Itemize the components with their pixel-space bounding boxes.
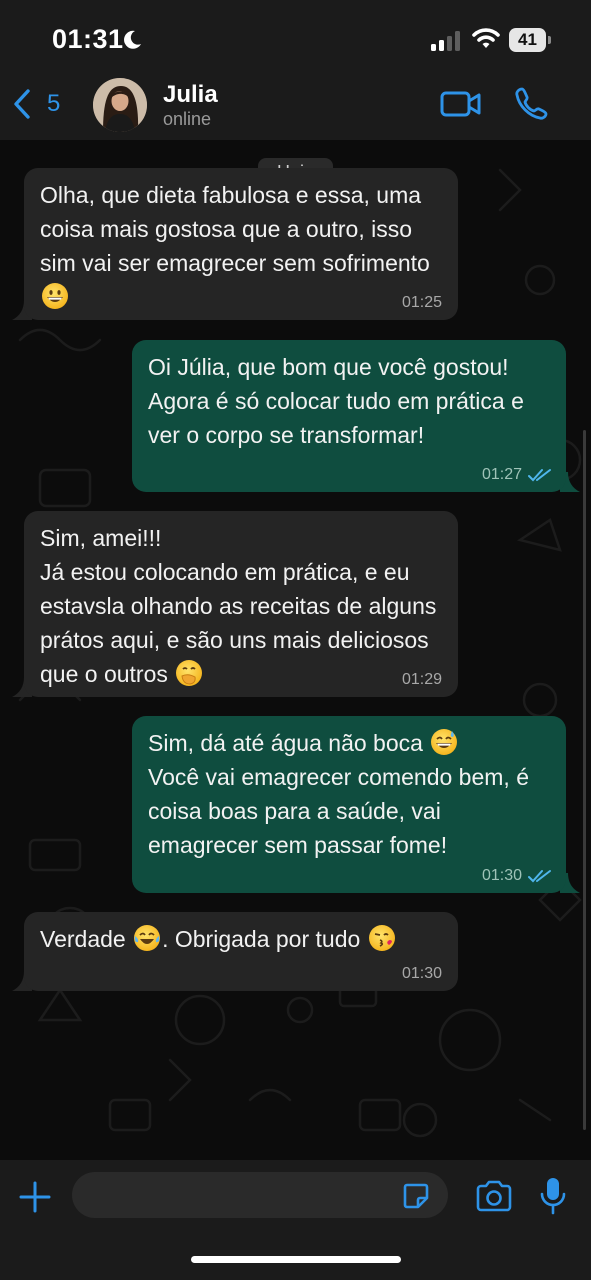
message-text: Sim, dá até água não boca Você vai emagr… [148, 729, 536, 858]
camera-icon[interactable] [475, 1180, 513, 1212]
moon-icon [124, 30, 141, 49]
message-bubble-incoming[interactable]: Olha, que dieta fabulosa e essa, uma coi… [24, 168, 458, 320]
chevron-left-icon [14, 89, 30, 119]
chat-header: 5 Julia online [0, 76, 591, 140]
face-with-hand-over-mouth-icon [176, 660, 203, 686]
grinning-sweat-face-icon [431, 729, 458, 755]
message-time: 01:30 [481, 867, 522, 884]
battery-icon: 41 [509, 28, 551, 52]
avatar[interactable] [93, 78, 147, 132]
contact-status: online [163, 109, 212, 129]
battery-level: 41 [518, 30, 537, 49]
unread-count: 5 [47, 90, 61, 117]
phone-icon[interactable] [515, 86, 549, 120]
scrollbar[interactable] [583, 430, 586, 1130]
message-text: Sim, amei!!! Já estou colocando em práti… [40, 525, 437, 687]
message-text: Olha, que dieta fabulosa e essa, uma coi… [40, 178, 442, 314]
whatsapp-chat-screen: 01:31 41 5 Julia online Olha, que dieta … [0, 0, 591, 1280]
message-time: 01:25 [401, 294, 442, 311]
microphone-icon[interactable] [539, 1176, 567, 1216]
message-bubble-incoming[interactable]: Sim, amei!!! Já estou colocando em práti… [24, 511, 458, 697]
home-indicator [191, 1256, 401, 1263]
message-bubble-outgoing[interactable]: Sim, dá até água não boca Você vai emagr… [132, 716, 566, 893]
status-bar: 01:31 41 [0, 0, 591, 76]
kissing-face-icon [368, 925, 395, 951]
tears-of-joy-face-icon [134, 925, 161, 951]
video-camera-icon[interactable] [440, 90, 482, 118]
contact-name[interactable]: Julia [163, 81, 218, 109]
wifi-icon [472, 28, 500, 48]
message-text: Oi Júlia, que bom que você gostou! Agora… [148, 354, 531, 448]
signal-icon [431, 31, 460, 51]
message-input[interactable] [72, 1172, 448, 1218]
grinning-face-icon [42, 283, 68, 309]
message-time: 01:30 [401, 965, 442, 982]
double-check-icon [528, 469, 551, 482]
plus-icon[interactable] [18, 1180, 52, 1214]
message-time: 01:29 [401, 671, 442, 688]
message-bubble-outgoing[interactable]: Oi Júlia, que bom que você gostou! Agora… [132, 340, 566, 492]
sticker-icon[interactable] [402, 1182, 430, 1210]
chat-area[interactable]: Hoje Olha, que dieta fabulosa e essa, um… [0, 140, 591, 1160]
message-text: Verdade . Obrigada por tudo [40, 922, 442, 956]
back-button[interactable]: 5 [10, 86, 70, 122]
status-time: 01:31 [52, 24, 124, 54]
message-time: 01:27 [481, 466, 522, 483]
double-check-icon [528, 870, 551, 883]
message-bubble-incoming[interactable]: Verdade . Obrigada por tudo 01:30 [24, 912, 458, 991]
